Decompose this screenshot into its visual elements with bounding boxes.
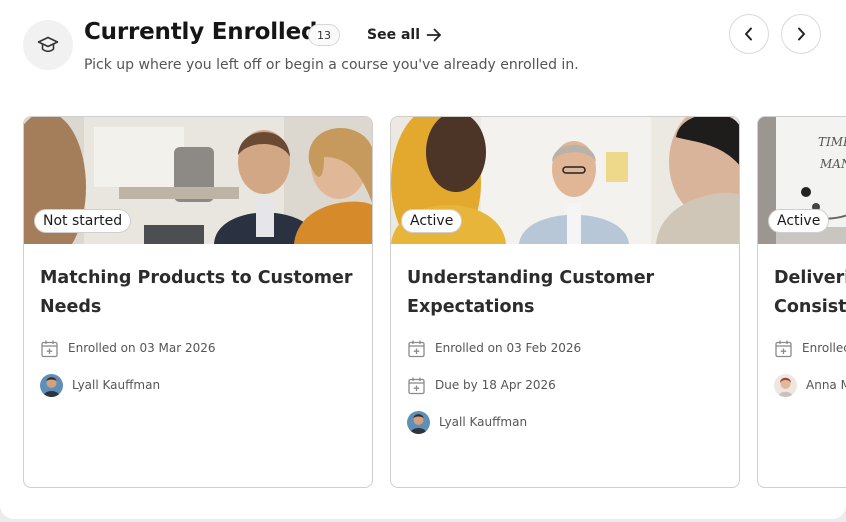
currently-enrolled-panel: Currently Enrolled 13 See all Pick up wh… [0, 0, 846, 519]
calendar-icon [408, 377, 425, 394]
section-title: Currently Enrolled [84, 19, 318, 45]
enrolled-date: Enrollec [802, 341, 846, 355]
calendar-icon [41, 340, 58, 357]
course-card[interactable]: TIME MAN Active Deliverin Consiste Enrol… [757, 116, 846, 488]
course-title-line: Matching Products to Customer [40, 268, 353, 288]
carousel-next-button[interactable] [781, 14, 821, 54]
status-badge: Not started [34, 209, 132, 233]
whiteboard-text: MAN [820, 157, 846, 171]
enrolled-date-row: Enrolled on 03 Mar 2026 [40, 338, 216, 358]
instructor-row: Lyall Kauffman [40, 373, 161, 397]
instructor-row: Anna M [774, 373, 846, 397]
course-title-line: Deliverin [774, 268, 846, 288]
course-card[interactable]: Not started Matching Products to Custome… [23, 116, 373, 488]
course-title-line: Understanding Customer [407, 268, 655, 288]
whiteboard-text: TIME [818, 135, 846, 149]
course-title-line: Needs [40, 297, 102, 317]
course-title: Deliverin Consiste [774, 264, 846, 322]
carousel-prev-button[interactable] [729, 14, 769, 54]
course-title-line: Expectations [407, 297, 535, 317]
instructor-name: Lyall Kauffman [439, 415, 528, 429]
avatar [40, 373, 63, 397]
enrolled-date-row: Enrolled on 03 Feb 2026 [407, 338, 581, 358]
see-all-label: See all [367, 27, 420, 43]
avatar [774, 373, 797, 397]
chevron-right-icon [798, 27, 805, 41]
enrolled-date-row: Enrollec [774, 338, 846, 358]
enrolled-date: Enrolled on 03 Mar 2026 [68, 341, 216, 355]
status-badge: Active [768, 209, 830, 233]
course-title-line: Consiste [774, 297, 846, 317]
course-card[interactable]: Active Understanding Customer Expectatio… [390, 116, 740, 488]
arrow-right-icon [426, 28, 441, 42]
section-subtitle: Pick up where you left off or begin a co… [84, 57, 579, 73]
calendar-icon [775, 340, 792, 357]
instructor-row: Lyall Kauffman [407, 410, 528, 434]
chevron-left-icon [745, 27, 752, 41]
status-badge: Active [401, 209, 463, 233]
see-all-link[interactable]: See all [367, 24, 442, 46]
instructor-name: Lyall Kauffman [72, 378, 161, 392]
avatar [407, 410, 430, 434]
enrolled-date: Enrolled on 03 Feb 2026 [435, 341, 582, 355]
course-title: Matching Products to Customer Needs [40, 264, 360, 322]
course-title: Understanding Customer Expectations [407, 264, 727, 322]
instructor-name: Anna M [806, 378, 846, 392]
due-date-row: Due by 18 Apr 2026 [407, 375, 556, 395]
calendar-icon [408, 340, 425, 357]
course-count-badge: 13 [308, 24, 340, 46]
due-date: Due by 18 Apr 2026 [435, 378, 556, 392]
graduation-cap-icon [23, 20, 73, 70]
